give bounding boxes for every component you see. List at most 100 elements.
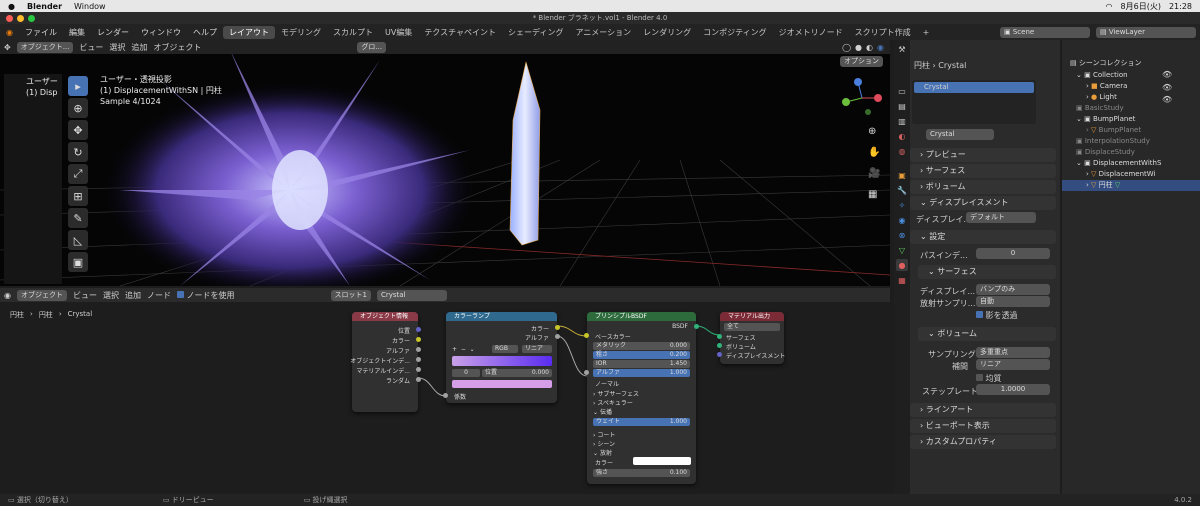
node-color-ramp[interactable]: カラーランプ カラー アルファ + − ⌄ RGB リニア 0 位置 0.000 … xyxy=(443,312,560,403)
view-layer-tab-icon[interactable]: ▥ xyxy=(896,115,908,127)
editor-type-icon[interactable]: ✥ xyxy=(4,43,11,52)
annotate-tool-icon[interactable]: ✎ xyxy=(68,208,88,228)
panel-settings-volume[interactable]: ⌄ ボリューム xyxy=(918,327,1056,341)
panel-emission[interactable]: ⌄ 放射 xyxy=(593,448,612,457)
options-button[interactable]: オプション xyxy=(840,56,883,67)
apple-icon[interactable]: ● xyxy=(8,2,15,11)
node-material-output[interactable]: マテリアル出力 全て サーフェス ボリューム ディスプレイスメント xyxy=(717,312,785,364)
pass-field[interactable]: 0 xyxy=(976,248,1050,259)
render-tab-icon[interactable]: ▭ xyxy=(896,85,908,97)
grid-view-icon[interactable]: ▦ xyxy=(868,189,880,200)
emission-color-swatch[interactable] xyxy=(633,457,691,465)
eye-icon[interactable]: 👁 xyxy=(1162,83,1172,92)
ramp-color-swatch[interactable] xyxy=(452,380,552,388)
physics-tab-icon[interactable]: ◉ xyxy=(896,214,908,226)
move-tool-icon[interactable]: ✥ xyxy=(68,120,88,140)
scene-field[interactable]: ▣ Scene xyxy=(1000,26,1090,38)
socket[interactable] xyxy=(584,370,589,375)
navigation-gizmo[interactable] xyxy=(842,78,882,115)
particles-tab-icon[interactable]: ✧ xyxy=(896,199,908,211)
orientation-select[interactable]: グロ... xyxy=(357,41,387,53)
constraints-tab-icon[interactable]: ⊗ xyxy=(896,229,908,241)
vp-menu-add[interactable]: 追加 xyxy=(131,42,147,53)
mini-viewport[interactable]: ユーザー (1) Disp xyxy=(4,74,62,284)
texture-tab-icon[interactable]: ▦ xyxy=(896,274,908,286)
panel-surface[interactable]: › サーフェス xyxy=(910,164,1056,178)
object-tab-icon[interactable]: ▣ xyxy=(896,169,908,181)
socket[interactable] xyxy=(584,333,589,338)
tab-uv[interactable]: UV編集 xyxy=(379,26,418,39)
tab-modeling[interactable]: モデリング xyxy=(275,26,327,39)
crystal-object[interactable] xyxy=(509,61,541,246)
outliner-displacementwi-obj[interactable]: › ▽ DisplacementWi xyxy=(1062,169,1200,180)
socket[interactable] xyxy=(555,325,560,330)
wifi-icon[interactable]: ◠ xyxy=(1106,2,1113,11)
panel-subsurface[interactable]: › サブサーフェス xyxy=(593,389,639,398)
socket[interactable] xyxy=(717,334,722,339)
step-field[interactable]: 1.0000 xyxy=(976,384,1050,395)
outliner-cylinder[interactable]: › ▽ 円柱 ▽ xyxy=(1062,180,1200,191)
material-datablock[interactable]: Crystal xyxy=(926,129,994,140)
panel-volume[interactable]: › ボリューム xyxy=(910,180,1056,194)
minimize-icon[interactable] xyxy=(17,15,24,22)
vp-menu-view[interactable]: ビュー xyxy=(79,42,103,53)
shading-rendered-icon[interactable]: ◉ xyxy=(877,43,884,52)
mac-window-menu[interactable]: Window xyxy=(74,2,106,11)
ramp-interp-select[interactable]: リニア xyxy=(522,345,552,353)
shader-editor[interactable]: ◉ オブジェクト ビュー 選択 追加 ノード ノードを使用 スロット1 Crys… xyxy=(0,288,890,494)
modifier-tab-icon[interactable]: 🔧 xyxy=(896,184,908,196)
homogeneous-checkbox[interactable]: 均質 xyxy=(976,373,1002,384)
socket[interactable] xyxy=(694,324,699,329)
socket[interactable] xyxy=(555,334,560,339)
ramp-mode-select[interactable]: RGB xyxy=(492,345,518,353)
panel-lineart[interactable]: › ラインアート xyxy=(910,403,1056,417)
socket[interactable] xyxy=(717,352,722,357)
blender-logo-icon[interactable]: ◉ xyxy=(0,28,19,37)
mode-select[interactable]: オブジェクト... xyxy=(16,41,74,53)
tab-shading[interactable]: シェーディング xyxy=(502,26,569,39)
interp-select[interactable]: リニア xyxy=(976,359,1050,370)
emission-strength-field[interactable]: 強さ 0.100 xyxy=(593,469,690,477)
eye-icon[interactable]: 👁 xyxy=(1162,70,1172,79)
panel-coat[interactable]: › コート xyxy=(593,430,615,439)
socket[interactable] xyxy=(443,393,448,398)
measure-tool-icon[interactable]: ◺ xyxy=(68,230,88,250)
tab-layout[interactable]: レイアウト xyxy=(222,25,275,39)
zoom-icon[interactable]: ⊕ xyxy=(868,126,880,137)
pan-hand-icon[interactable]: ✋ xyxy=(868,147,880,158)
material-tab-icon[interactable]: ● xyxy=(896,259,908,271)
select-tool-icon[interactable]: ▸ xyxy=(68,76,88,96)
data-tab-icon[interactable]: ▽ xyxy=(896,244,908,256)
tool-tab-icon[interactable]: ⚒ xyxy=(896,43,908,55)
output-target-select[interactable]: 全て xyxy=(724,323,780,331)
tab-sculpt[interactable]: スカルプト xyxy=(327,26,379,39)
tab-texture-paint[interactable]: テクスチャペイント xyxy=(418,26,502,39)
outliner-bumpplanet[interactable]: ⌄ ▣ BumpPlanet xyxy=(1062,114,1200,125)
node-principled-bsdf[interactable]: プリンシプルBSDF BSDF ベースカラー メタリック 0.000 粗さ 0.20… xyxy=(584,312,699,484)
mac-app-name[interactable]: Blender xyxy=(27,2,62,11)
tab-rendering[interactable]: レンダリング xyxy=(637,26,697,39)
panel-transmission[interactable]: ⌄ 伝播 xyxy=(593,407,612,416)
panel-viewport-display[interactable]: › ビューポート表示 xyxy=(910,419,1056,433)
menu-edit[interactable]: 編集 xyxy=(63,27,91,38)
scene-tab-icon[interactable]: ◐ xyxy=(896,130,908,142)
rotate-tool-icon[interactable]: ↻ xyxy=(68,142,88,162)
disp2-select[interactable]: バンプのみ xyxy=(976,284,1050,295)
tab-compositing[interactable]: コンポジティング xyxy=(697,26,773,39)
socket[interactable] xyxy=(416,367,421,372)
menu-window[interactable]: ウィンドウ xyxy=(135,27,187,38)
outliner-displacementwith[interactable]: ⌄ ▣ DisplacementWithS xyxy=(1062,158,1200,169)
close-icon[interactable] xyxy=(6,15,13,22)
socket[interactable] xyxy=(717,343,722,348)
panel-specular[interactable]: › スペキュラー xyxy=(593,398,633,407)
camera-view-icon[interactable]: 🎥 xyxy=(868,168,880,179)
panel-settings-surface[interactable]: ⌄ サーフェス xyxy=(918,265,1056,279)
shading-solid-icon[interactable]: ● xyxy=(855,43,862,52)
cursor-tool-icon[interactable]: ⊕ xyxy=(68,98,88,118)
panel-preview[interactable]: › プレビュー xyxy=(910,148,1056,162)
menu-help[interactable]: ヘルプ xyxy=(187,27,223,38)
socket[interactable] xyxy=(416,327,421,332)
socket[interactable] xyxy=(416,357,421,362)
add-cube-tool-icon[interactable]: ▣ xyxy=(68,252,88,272)
menu-render[interactable]: レンダー xyxy=(91,27,135,38)
